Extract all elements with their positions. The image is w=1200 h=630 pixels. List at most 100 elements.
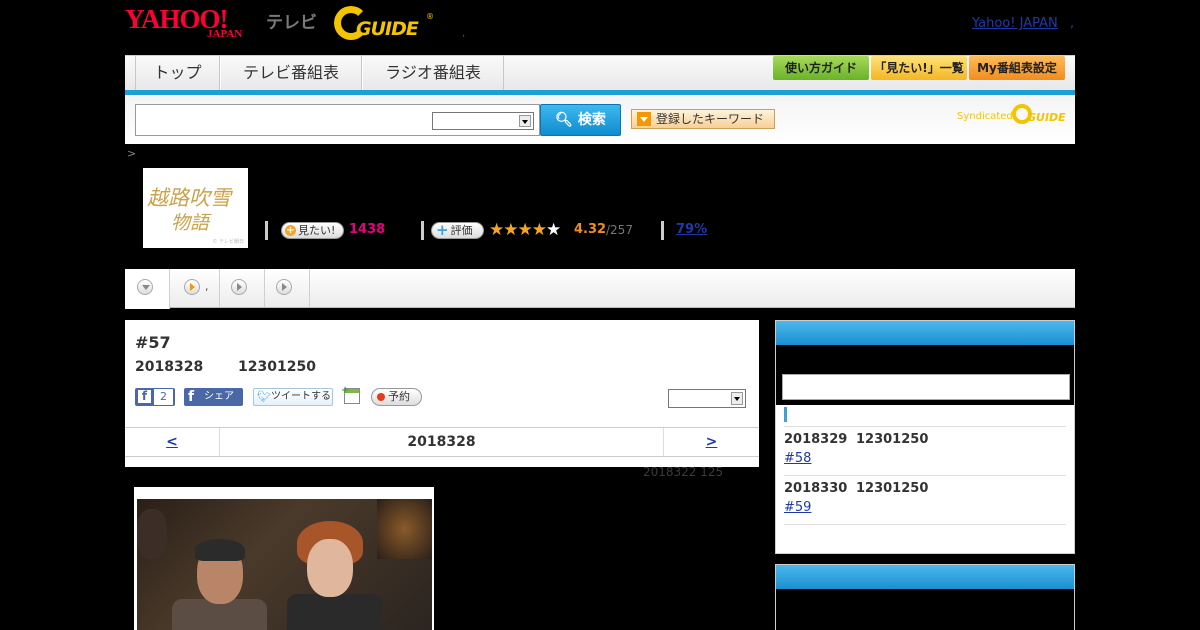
list-item: 2018330 12301250 #59 xyxy=(784,475,1066,525)
list-item-time: 12301250 xyxy=(856,432,929,447)
chevron-down-icon xyxy=(731,392,743,405)
play-icon xyxy=(276,279,292,295)
update-note: 2018322 125 xyxy=(643,465,724,479)
gguide-small-logo: GUIDE xyxy=(1012,104,1066,124)
facebook-icon: f xyxy=(138,390,151,403)
header-separator: , xyxy=(462,28,466,39)
reserve-label: 予約 xyxy=(388,390,410,403)
satisfaction-percent-link[interactable]: 79% xyxy=(676,222,707,237)
syndicated-label: Syndicated xyxy=(957,111,1013,122)
rate-button[interactable]: + 評価 xyxy=(431,222,484,239)
record-dot-icon xyxy=(377,393,385,401)
star-icon: ★ xyxy=(531,220,547,240)
subtab-separator: , xyxy=(205,280,209,293)
panel-header xyxy=(776,321,1074,345)
list-item-date: 2018329 xyxy=(784,432,848,447)
gguide-logo[interactable]: GUIDE ® xyxy=(334,6,434,42)
subtab-current[interactable] xyxy=(125,269,170,309)
yahoo-japan-link[interactable]: Yahoo! JAPAN xyxy=(972,16,1058,31)
rating-total: /257 xyxy=(606,223,633,237)
secondary-panel xyxy=(775,564,1075,630)
episode-link[interactable]: #58 xyxy=(784,451,811,466)
gguide-small-wordmark: GUIDE xyxy=(1027,111,1066,124)
saved-keywords-label: 登録したキーワード xyxy=(656,112,765,126)
tweet-button[interactable]: 🐦︎ ツイートする xyxy=(253,388,333,406)
add-to-calendar-icon[interactable]: + xyxy=(341,385,360,404)
facebook-like-count: 2 xyxy=(154,389,173,405)
episode-pager: < 2018328 > xyxy=(125,427,759,457)
program-thumbnail[interactable]: 越路吹雪 物語 © テレビ朝日 xyxy=(143,168,248,248)
tab-radio-listings[interactable]: ラジオ番組表 xyxy=(362,56,504,90)
plus-icon: + xyxy=(436,221,449,239)
main-nav: トップ テレビ番組表 ラジオ番組表 使い方ガイド 「見たい!」一覧 My番組表設… xyxy=(125,55,1075,90)
play-icon xyxy=(184,279,200,295)
photo-man-hair xyxy=(195,539,245,561)
search-button[interactable]: 🔍︎ 検索 xyxy=(540,104,621,136)
search-button-label: 検索 xyxy=(577,112,606,128)
list-item: 2018329 12301250 #58 xyxy=(784,426,1066,476)
rating-stars: ★★★★★ xyxy=(489,220,561,240)
pager-date: 2018328 xyxy=(407,434,476,450)
star-icon: ★ xyxy=(503,220,518,240)
facebook-share-button[interactable]: f シェア xyxy=(184,388,243,406)
saved-keywords-button[interactable]: 登録したキーワード xyxy=(631,109,775,129)
episode-date: 2018328 xyxy=(135,359,204,375)
registered-mark: ® xyxy=(426,12,434,21)
want-to-watch-button[interactable]: + 見たい! xyxy=(281,222,344,239)
subtab-3[interactable] xyxy=(220,269,265,307)
rate-label: 評価 xyxy=(450,224,473,237)
my-schedule-settings-button[interactable]: My番組表設定 xyxy=(969,56,1065,80)
dropdown-arrow-icon xyxy=(637,112,651,126)
episode-time: 12301250 xyxy=(238,359,316,375)
thumbnail-copyright: © テレビ朝日 xyxy=(212,239,244,245)
episode-link[interactable]: #59 xyxy=(784,500,811,515)
divider xyxy=(661,221,664,240)
program-subtabs xyxy=(125,269,1075,309)
panel-header-body xyxy=(776,589,1074,630)
subtab-4[interactable] xyxy=(265,269,310,307)
facebook-share-label: シェア xyxy=(204,391,234,402)
subtab-2[interactable] xyxy=(170,269,220,307)
episode-select[interactable] xyxy=(668,389,746,408)
want-to-watch-count: 1438 xyxy=(349,222,386,237)
usage-guide-button[interactable]: 使い方ガイド xyxy=(773,56,869,80)
tab-tv-listings[interactable]: テレビ番組表 xyxy=(220,56,362,90)
want-to-watch-label: 見たい! xyxy=(298,224,336,237)
tv-wordmark[interactable]: テレビ xyxy=(266,8,317,33)
tab-top[interactable]: トップ xyxy=(135,56,220,90)
facebook-like-button[interactable]: f 2 xyxy=(135,388,175,406)
facebook-icon: f xyxy=(188,389,195,405)
search-icon: 🔍︎ xyxy=(555,112,573,128)
sidebar-search-input[interactable] xyxy=(782,374,1070,400)
chevron-down-icon xyxy=(519,115,531,127)
episode-panel: #57 2018328 12301250 f 2 f シェア 🐦︎ ツイートする… xyxy=(125,320,759,467)
japan-wordmark: JAPAN xyxy=(207,28,243,40)
twitter-bird-icon: 🐦︎ xyxy=(257,390,271,403)
episode-number: #57 xyxy=(135,333,171,352)
reserve-recording-button[interactable]: 予約 xyxy=(371,388,422,406)
photo-woman-head xyxy=(307,539,353,597)
watchlist-button[interactable]: 「見たい!」一覧 xyxy=(871,56,967,80)
star-icon: ★ xyxy=(489,220,504,240)
search-category-select[interactable] xyxy=(432,112,534,130)
upcoming-episodes-panel: 2018329 12301250 #58 2018330 12301250 #5… xyxy=(775,320,1075,554)
plus-icon: + xyxy=(285,225,296,236)
breadcrumb: > xyxy=(127,147,137,160)
divider xyxy=(784,524,1066,525)
next-episode-link[interactable]: > xyxy=(663,428,759,456)
gguide-wordmark: GUIDE xyxy=(356,18,419,40)
yahoo-japan-logo[interactable]: YAHOO! JAPAN xyxy=(125,6,242,42)
episode-photo[interactable] xyxy=(137,499,432,630)
star-empty-icon: ★ xyxy=(546,220,561,240)
section-marker xyxy=(784,407,787,422)
thumbnail-title-line2: 物語 xyxy=(171,213,210,234)
list-item-time: 12301250 xyxy=(856,481,929,496)
tweet-label: ツイートする xyxy=(271,391,331,402)
photo-bg-light xyxy=(377,499,432,559)
panel-header xyxy=(776,565,1074,589)
divider xyxy=(265,221,268,240)
rating-score: 4.32 xyxy=(574,222,607,237)
previous-episode-link[interactable]: < xyxy=(125,428,220,456)
yahoo-japan-separator: , xyxy=(1070,16,1075,31)
list-item-date: 2018330 xyxy=(784,481,848,496)
